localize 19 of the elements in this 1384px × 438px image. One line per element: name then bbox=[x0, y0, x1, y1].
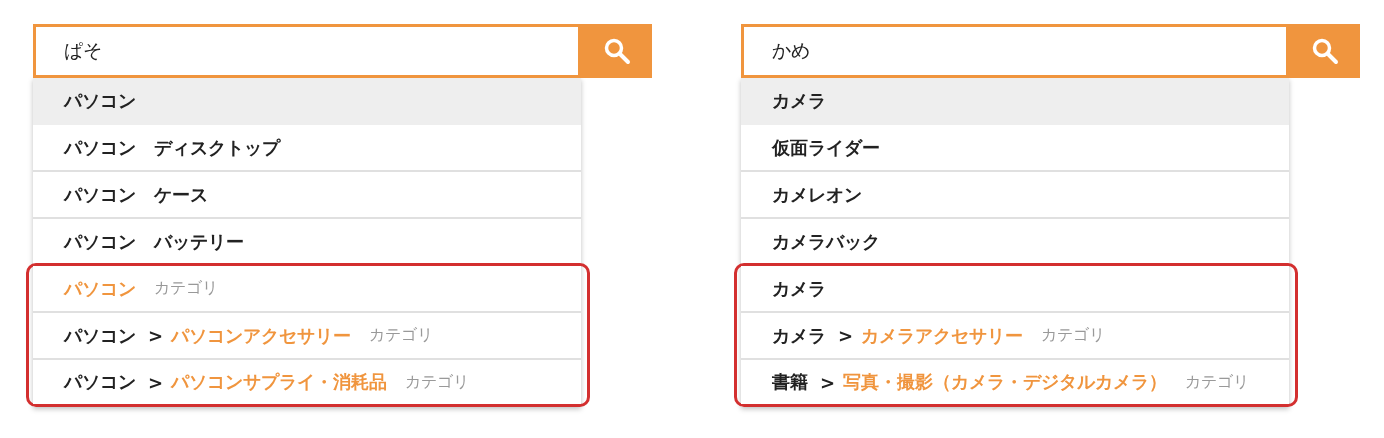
search-field[interactable]: ぱそ bbox=[33, 24, 581, 78]
suggestion-item[interactable]: カメラ bbox=[741, 266, 1289, 313]
search-icon bbox=[1310, 37, 1339, 65]
suggestion-item[interactable]: パソコン bbox=[33, 78, 581, 125]
suggestion-item[interactable]: カメラ bbox=[741, 78, 1289, 125]
suggestion-item[interactable]: カメラバック bbox=[741, 219, 1289, 266]
suggestion-item[interactable]: カメラ > カメラアクセサリー カテゴリ bbox=[741, 313, 1289, 360]
suggestion-item[interactable]: パソコン > パソコンサプライ・消耗品 カテゴリ bbox=[33, 360, 581, 404]
suggestion-item[interactable]: パソコン バッテリー bbox=[33, 219, 581, 266]
search-button[interactable] bbox=[581, 24, 652, 78]
suggestion-item[interactable]: 書籍 > 写真・撮影（カメラ・デジタルカメラ） カテゴリ bbox=[741, 360, 1289, 404]
suggestion-item[interactable]: パソコン > パソコンアクセサリー カテゴリ bbox=[33, 313, 581, 360]
suggestion-item[interactable]: 仮面ライダー bbox=[741, 125, 1289, 172]
search-field[interactable]: かめ bbox=[741, 24, 1289, 78]
suggestion-item[interactable]: カメレオン bbox=[741, 172, 1289, 219]
suggestion-item[interactable]: パソコン ディスクトップ bbox=[33, 125, 581, 172]
search-button[interactable] bbox=[1289, 24, 1360, 78]
search-icon bbox=[602, 37, 631, 65]
suggestion-item[interactable]: パソコン ケース bbox=[33, 172, 581, 219]
